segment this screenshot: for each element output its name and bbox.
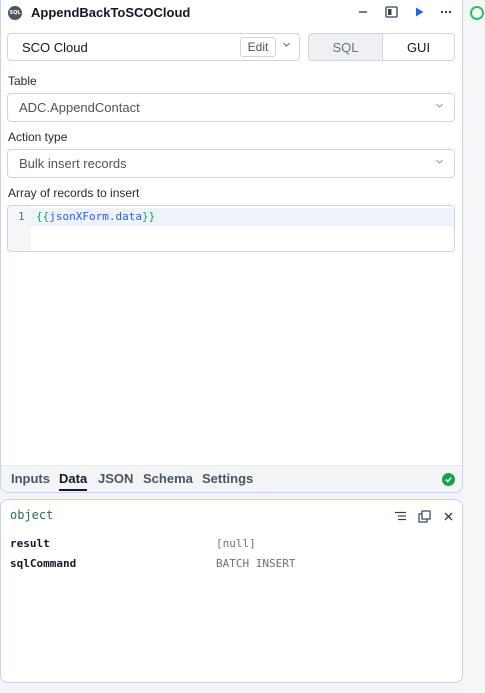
canvas-rail <box>463 0 485 693</box>
tab-json[interactable]: JSON <box>98 471 133 486</box>
app-canvas: SQL AppendBackToSCOCloud SCO Cloud Edit <box>0 0 485 693</box>
tab-schema[interactable]: Schema <box>143 471 193 486</box>
mode-gui-button[interactable]: GUI <box>382 34 454 60</box>
resource-name: SCO Cloud <box>22 40 88 55</box>
mode-toggle: SQL GUI <box>308 33 455 61</box>
action-type-value: Bulk insert records <box>19 156 127 171</box>
code-expression[interactable]: {{jsonXForm.data}} <box>36 210 155 223</box>
result-tabs: Inputs Data JSON Schema Settings <box>1 465 462 492</box>
tab-data[interactable]: Data <box>59 471 88 491</box>
more-icon[interactable] <box>438 4 454 20</box>
query-title[interactable]: AppendBackToSCOCloud <box>31 5 190 20</box>
open-brace: {{ <box>36 210 50 223</box>
tab-settings[interactable]: Settings <box>202 471 253 486</box>
records-code-editor[interactable]: 1 {{jsonXForm.data}} <box>7 205 455 252</box>
connection-handle[interactable] <box>470 6 484 20</box>
tab-inputs[interactable]: Inputs <box>11 471 50 486</box>
resource-select[interactable]: SCO Cloud Edit <box>7 33 300 61</box>
result-panel: object result [null] sqlCommand BATCH IN… <box>0 499 463 683</box>
expression-text: jsonXForm.data <box>49 210 142 223</box>
edit-resource-button[interactable]: Edit <box>240 37 276 57</box>
close-brace: }} <box>141 210 156 223</box>
chevron-down-icon <box>435 157 444 169</box>
play-icon[interactable] <box>411 4 427 20</box>
success-check-icon <box>442 473 455 486</box>
table-label: Table <box>8 74 37 88</box>
table-value: ADC.AppendContact <box>19 100 140 115</box>
result-key: result <box>10 537 50 550</box>
line-number: 1 <box>18 210 25 223</box>
split-panel-icon[interactable] <box>383 4 399 20</box>
open-external-icon[interactable] <box>416 508 432 524</box>
chevron-down-icon[interactable] <box>282 40 291 52</box>
result-type-label: object <box>10 508 54 522</box>
close-icon[interactable] <box>440 508 456 524</box>
query-header: SQL AppendBackToSCOCloud <box>1 0 462 26</box>
action-type-label: Action type <box>8 130 68 144</box>
mode-sql-button[interactable]: SQL <box>309 34 382 60</box>
action-type-select[interactable]: Bulk insert records <box>7 149 455 178</box>
sql-resource-icon: SQL <box>8 6 22 20</box>
sql-command-value: BATCH INSERT <box>216 557 296 570</box>
minimize-icon[interactable] <box>355 4 371 20</box>
records-label: Array of records to insert <box>8 186 140 200</box>
query-editor-panel: SQL AppendBackToSCOCloud SCO Cloud Edit <box>0 0 463 493</box>
table-select[interactable]: ADC.AppendContact <box>7 93 455 122</box>
collapse-all-icon[interactable] <box>392 508 408 524</box>
chevron-down-icon <box>435 101 444 113</box>
result-value: [null] <box>216 537 256 550</box>
sql-command-key: sqlCommand <box>10 557 77 570</box>
